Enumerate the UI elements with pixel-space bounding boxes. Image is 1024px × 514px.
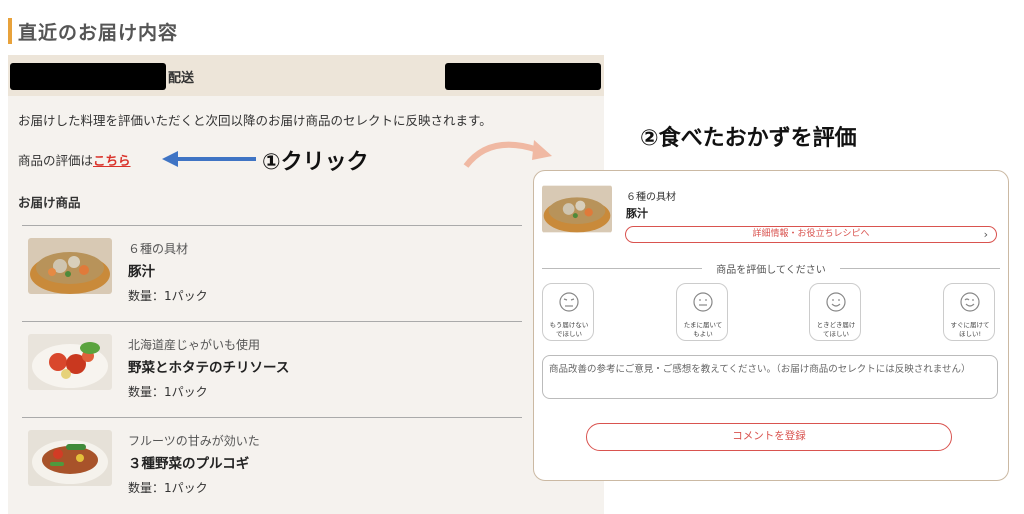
neutral-face-icon [693,292,713,312]
review-product-subtitle: ６種の具材 [626,192,676,203]
rating-option-occasionally[interactable]: ときどき届け てほしい [809,283,861,341]
product-subtitle: フルーツの甘みが効いた [128,434,260,448]
rating-link[interactable]: こちら [93,153,131,168]
redacted-date [10,63,166,90]
title-accent-bar [8,18,12,44]
rating-option-label: もう届けない でほしい [549,321,589,338]
info-text: お届けした料理を評価いただくと次回以降のお届け商品のセレクトに反映されます。 [18,113,492,128]
review-product-name: 豚汁 [626,207,648,220]
comment-input[interactable]: 商品改善の参考にご意見・ご感想を教えてください。（お届け商品のセレクトには反映さ… [542,355,998,399]
bulgogi-image [28,430,112,486]
frown-face-icon [559,292,579,312]
rating-option-label: すぐに届けて ほしい! [950,321,990,338]
rating-option-label: ときどき届け てほしい [816,321,856,338]
curved-arrow-icon [463,140,552,168]
rating-option-never[interactable]: もう届けない でほしい [542,283,594,341]
submit-comment-button[interactable]: コメントを登録 [586,423,952,451]
rating-option-asap[interactable]: すぐに届けて ほしい! [943,283,995,341]
rating-prefix: 商品の評価は [18,153,94,168]
product-name: 豚汁 [128,264,155,280]
rating-section-title: 商品を評価してください [716,265,826,276]
product-name: ３種野菜のプルコギ [128,456,250,472]
product-item: 北海道産じゃがいも使用 野菜とホタテのチリソース 数量：1パック [22,321,522,418]
annotation-rate: ②食べたおかずを評価 [640,126,857,151]
review-panel: ６種の具材 豚汁 詳細情報・お役立ちレシピへ › 商品を評価してください もう届… [533,170,1009,481]
rating-option-label: たまに届いて もよい [683,321,723,338]
detail-recipe-button[interactable]: 詳細情報・お役立ちレシピへ › [625,226,997,243]
tonjiru-image [28,238,112,294]
redacted-status [445,63,601,90]
chevron-right-icon: › [983,228,988,241]
blue-arrow-icon [162,151,256,167]
wink-face-icon [960,292,980,312]
chili-sauce-image [28,334,112,390]
product-quantity: 数量：1パック [128,289,208,303]
product-quantity: 数量：1パック [128,385,208,399]
review-product-image [542,185,612,233]
products-title: お届け商品 [18,195,81,210]
rating-row: 商品の評価はこちら [18,150,131,169]
detail-recipe-label: 詳細情報・お役立ちレシピへ [752,229,870,239]
product-subtitle: 北海道産じゃがいも使用 [128,338,261,352]
annotation-click: ①クリック [262,150,369,175]
product-item: ６種の具材 豚汁 数量：1パック [22,225,522,322]
page-title: 直近のお届け内容 [18,22,179,44]
product-subtitle: ６種の具材 [128,242,189,256]
smile-face-icon [826,292,846,312]
delivery-header: 配送 [8,55,604,96]
product-name: 野菜とホタテのチリソース [128,360,290,376]
product-item: フルーツの甘みが効いた ３種野菜のプルコギ 数量：1パック [22,417,522,514]
product-quantity: 数量：1パック [128,481,208,495]
delivery-panel: 配送 お届けした料理を評価いただくと次回以降のお届け商品のセレクトに反映されます… [8,55,604,514]
delivery-label: 配送 [168,71,195,86]
rating-option-sometimes-ok[interactable]: たまに届いて もよい [676,283,728,341]
